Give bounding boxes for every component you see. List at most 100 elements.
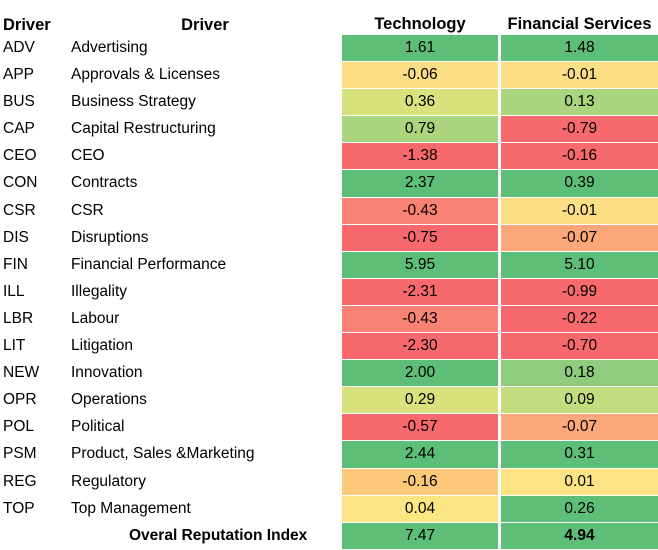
table-row: CEO CEO -1.38 -0.16 <box>0 142 658 171</box>
table-row: POL Political -0.57 -0.07 <box>0 413 658 442</box>
cell-technology-value: 7.47 <box>342 521 498 550</box>
table-row: ADV Advertising 1.61 1.48 <box>0 33 658 63</box>
table-row: APP Approvals & Licenses -0.06 -0.01 <box>0 61 658 90</box>
cell-driver-name: Product, Sales &Marketing <box>68 440 342 468</box>
cell-driver-code: CEO <box>0 142 68 170</box>
cell-technology-value: -0.43 <box>342 196 498 225</box>
cell-financial-services-value: 4.94 <box>501 521 658 550</box>
cell-driver-code: LIT <box>0 332 68 360</box>
cell-technology-value: 0.79 <box>342 115 498 144</box>
table-row: REG Regulatory -0.16 0.01 <box>0 467 658 496</box>
cell-financial-services-value: 0.13 <box>501 88 658 117</box>
cell-financial-services-value: 0.39 <box>501 169 658 198</box>
table-row: DIS Disruptions -0.75 -0.07 <box>0 223 658 252</box>
cell-driver-code: POL <box>0 413 68 441</box>
cell-technology-value: -0.75 <box>342 223 498 252</box>
cell-technology-value: 5.95 <box>342 250 498 279</box>
cell-driver-name: Political <box>68 413 342 441</box>
cell-driver-code: DIS <box>0 224 68 252</box>
table-header: Driver Driver Technology Financial Servi… <box>0 0 658 35</box>
cell-financial-services-value: -0.07 <box>501 223 658 252</box>
cell-financial-services-value: 0.31 <box>501 440 658 469</box>
table-row: BUS Business Strategy 0.36 0.13 <box>0 88 658 117</box>
cell-technology-value: -0.16 <box>342 467 498 496</box>
cell-technology-value: 0.36 <box>342 88 498 117</box>
cell-driver-code: CSR <box>0 197 68 225</box>
column-header-driver-name: Driver <box>68 0 342 35</box>
cell-technology-value: 1.61 <box>342 33 498 63</box>
cell-financial-services-value: 0.09 <box>501 386 658 415</box>
cell-technology-value: -0.57 <box>342 413 498 442</box>
cell-financial-services-value: -0.01 <box>501 61 658 90</box>
table-row: LBR Labour -0.43 -0.22 <box>0 304 658 334</box>
column-header-driver-code: Driver <box>0 0 68 35</box>
cell-driver-code: REG <box>0 468 68 496</box>
reputation-driver-heatmap-table: Driver Driver Technology Financial Servi… <box>0 0 658 550</box>
cell-financial-services-value: -0.22 <box>501 304 658 334</box>
cell-technology-value: -2.31 <box>342 277 498 306</box>
cell-driver-code: ILL <box>0 278 68 306</box>
cell-driver-code <box>0 522 68 550</box>
cell-driver-code: TOP <box>0 495 68 523</box>
cell-technology-value: -2.30 <box>342 332 498 361</box>
cell-financial-services-value: 0.01 <box>501 467 658 496</box>
table-row: LIT Litigation -2.30 -0.70 <box>0 332 658 361</box>
header-row: Driver Driver Technology Financial Servi… <box>0 0 658 35</box>
cell-technology-value: -0.43 <box>342 304 498 334</box>
cell-driver-name: Advertising <box>68 34 342 62</box>
cell-driver-name: Top Management <box>68 495 342 523</box>
cell-driver-name: Approvals & Licenses <box>68 61 342 89</box>
cell-technology-value: 2.37 <box>342 169 498 198</box>
cell-driver-code: NEW <box>0 359 68 387</box>
cell-financial-services-value: -0.79 <box>501 115 658 144</box>
cell-financial-services-value: 1.48 <box>501 33 658 63</box>
cell-driver-name: Operations <box>68 386 342 414</box>
cell-technology-value: 2.44 <box>342 440 498 469</box>
table-row: CSR CSR -0.43 -0.01 <box>0 196 658 225</box>
driver-table: Driver Driver Technology Financial Servi… <box>0 0 658 550</box>
cell-driver-name: Regulatory <box>68 468 342 496</box>
cell-financial-services-value: -0.07 <box>501 413 658 442</box>
cell-technology-value: -0.06 <box>342 61 498 90</box>
table-body: ADV Advertising 1.61 1.48 APP Approvals & Lic… <box>0 33 658 550</box>
cell-driver-code: PSM <box>0 440 68 468</box>
cell-financial-services-value: 5.10 <box>501 250 658 279</box>
table-row: NEW Innovation 2.00 0.18 <box>0 359 658 388</box>
cell-financial-services-value: 0.26 <box>501 494 658 523</box>
cell-financial-services-value: -0.16 <box>501 142 658 171</box>
column-header-technology: Technology <box>342 0 498 35</box>
table-row: ILL Illegality -2.31 -0.99 <box>0 277 658 306</box>
table-row: OPR Operations 0.29 0.09 <box>0 386 658 415</box>
cell-driver-name: Capital Restructuring <box>68 115 342 143</box>
cell-driver-name: Illegality <box>68 278 342 306</box>
table-row: CAP Capital Restructuring 0.79 -0.79 <box>0 115 658 144</box>
cell-driver-code: CAP <box>0 115 68 143</box>
cell-technology-value: 0.04 <box>342 494 498 523</box>
cell-driver-name: CEO <box>68 142 342 170</box>
cell-driver-name: Innovation <box>68 359 342 387</box>
cell-driver-code: LBR <box>0 305 68 333</box>
column-header-financial-services: Financial Services <box>501 0 658 35</box>
cell-financial-services-value: -0.70 <box>501 332 658 361</box>
cell-driver-name: Litigation <box>68 332 342 360</box>
cell-driver-code: OPR <box>0 386 68 414</box>
cell-driver-code: APP <box>0 61 68 89</box>
cell-driver-name: Business Strategy <box>68 88 342 116</box>
cell-driver-code: FIN <box>0 251 68 279</box>
cell-financial-services-value: 0.18 <box>501 359 658 388</box>
table-row: PSM Product, Sales &Marketing 2.44 0.31 <box>0 440 658 469</box>
table-row: CON Contracts 2.37 0.39 <box>0 169 658 198</box>
cell-driver-name: Contracts <box>68 169 342 198</box>
cell-financial-services-value: -0.99 <box>501 277 658 306</box>
cell-technology-value: 0.29 <box>342 386 498 415</box>
cell-driver-name: Disruptions <box>68 224 342 252</box>
table-row: FIN Financial Performance 5.95 5.10 <box>0 250 658 279</box>
cell-technology-value: -1.38 <box>342 142 498 171</box>
cell-driver-name: Labour <box>68 305 342 333</box>
cell-driver-code: CON <box>0 169 68 198</box>
cell-driver-name: CSR <box>68 197 342 225</box>
cell-driver-name: Overal Reputation Index <box>68 522 342 550</box>
table-row: Overal Reputation Index 7.47 4.94 <box>0 521 658 550</box>
cell-driver-name: Financial Performance <box>68 251 342 279</box>
table-row: TOP Top Management 0.04 0.26 <box>0 494 658 523</box>
